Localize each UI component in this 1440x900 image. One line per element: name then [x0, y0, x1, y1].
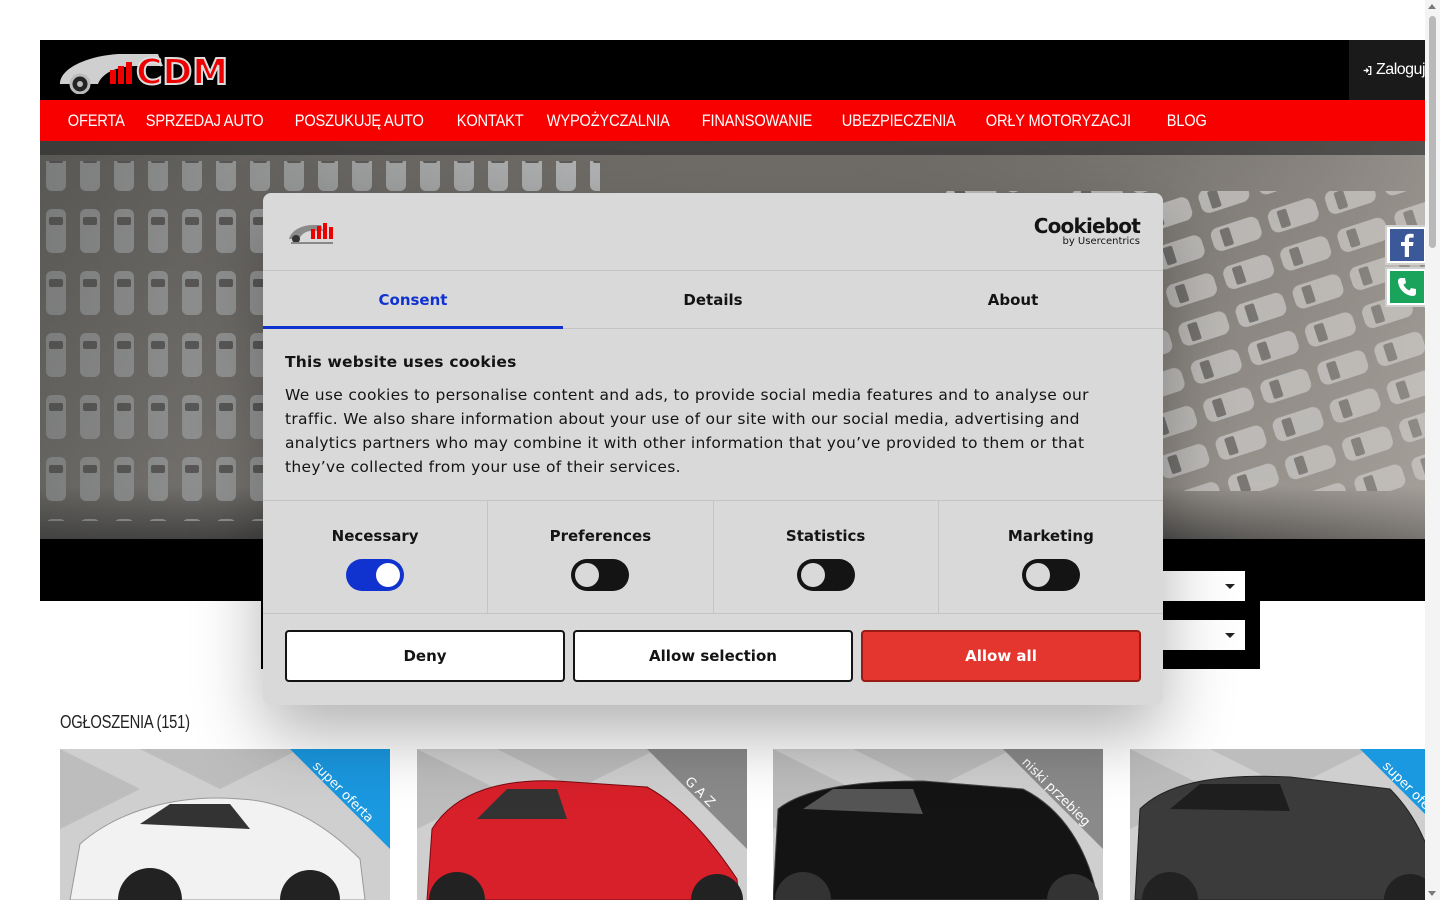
cookie-consent-dialog: Cookiebot by Usercentrics Consent Detail…: [263, 193, 1163, 705]
dialog-header: Cookiebot by Usercentrics: [263, 193, 1163, 271]
listing-card[interactable]: super oferta: [60, 749, 390, 900]
nav-item-kontakt[interactable]: KONTAKT: [449, 111, 531, 131]
page-scrollbar[interactable]: [1425, 0, 1440, 900]
chevron-down-icon: [1225, 633, 1235, 638]
top-header: CDM Zaloguj: [40, 40, 1425, 100]
nav-item-oferta[interactable]: OFERTA: [60, 111, 132, 131]
site-logo: [289, 223, 333, 244]
cdm-logo[interactable]: CDM: [58, 46, 263, 94]
tab-details[interactable]: Details: [563, 271, 863, 328]
listing-card[interactable]: super oferta: [1130, 749, 1425, 900]
dialog-buttons: Deny Allow selection Allow all: [263, 614, 1163, 698]
svg-text:CDM: CDM: [136, 52, 228, 93]
dialog-tabs: Consent Details About: [263, 271, 1163, 329]
facebook-button[interactable]: [1385, 225, 1427, 265]
nav-item-wypozyczalnia[interactable]: WYPOŻYCZALNIA: [539, 111, 677, 131]
listing-card[interactable]: niski przebieg: [773, 749, 1103, 900]
statistics-toggle[interactable]: [796, 559, 855, 591]
phone-button[interactable]: [1385, 267, 1427, 307]
nav-item-sprzedaj-auto[interactable]: SPRZEDAJ AUTO: [138, 111, 271, 131]
nav-item-orly-motoryzacji[interactable]: ORŁY MOTORYZACJI: [978, 111, 1139, 131]
category-preferences: Preferences: [488, 501, 714, 613]
listings-title: OGŁOSZENIA (151): [60, 712, 190, 732]
facebook-icon: [1401, 233, 1414, 257]
deny-button[interactable]: Deny: [285, 630, 565, 682]
preferences-toggle[interactable]: [571, 559, 630, 591]
dialog-text: We use cookies to personalise content an…: [285, 386, 1089, 476]
scrollbar-thumb[interactable]: [1429, 16, 1436, 248]
chevron-down-icon: [1225, 584, 1235, 589]
category-marketing: Marketing: [939, 501, 1163, 613]
dialog-heading: This website uses cookies: [285, 353, 517, 371]
allow-all-button[interactable]: Allow all: [861, 630, 1141, 682]
login-label: Zaloguj: [1376, 61, 1425, 78]
cookie-categories: Necessary Preferences Statistics Marketi…: [263, 501, 1163, 614]
allow-selection-button[interactable]: Allow selection: [573, 630, 853, 682]
nav-item-poszukuje-auto[interactable]: POSZUKUJĘ AUTO: [287, 111, 431, 131]
nav-item-ubezpieczenia[interactable]: UBEZPIECZENIA: [834, 111, 963, 131]
phone-icon: [1398, 278, 1416, 296]
nav-item-blog[interactable]: BLOG: [1159, 111, 1214, 131]
category-statistics: Statistics: [714, 501, 939, 613]
tab-consent[interactable]: Consent: [263, 271, 563, 329]
listing-card[interactable]: G A Z: [417, 749, 747, 900]
tab-about[interactable]: About: [863, 271, 1163, 328]
nav-item-finansowanie[interactable]: FINANSOWANIE: [694, 111, 820, 131]
cookiebot-brand: Cookiebot by Usercentrics: [1033, 214, 1141, 247]
scroll-up-icon[interactable]: [1428, 4, 1436, 9]
category-necessary: Necessary: [263, 501, 489, 613]
sign-in-icon: [1363, 65, 1372, 75]
login-link[interactable]: Zaloguj: [1349, 40, 1425, 100]
dialog-body: This website uses cookies We use cookies…: [263, 329, 1163, 501]
necessary-toggle[interactable]: [346, 559, 405, 591]
main-nav: OFERTA SPRZEDAJ AUTO POSZUKUJĘ AUTO KONT…: [40, 100, 1425, 141]
marketing-toggle[interactable]: [1021, 559, 1080, 591]
scroll-down-icon[interactable]: [1428, 891, 1436, 896]
